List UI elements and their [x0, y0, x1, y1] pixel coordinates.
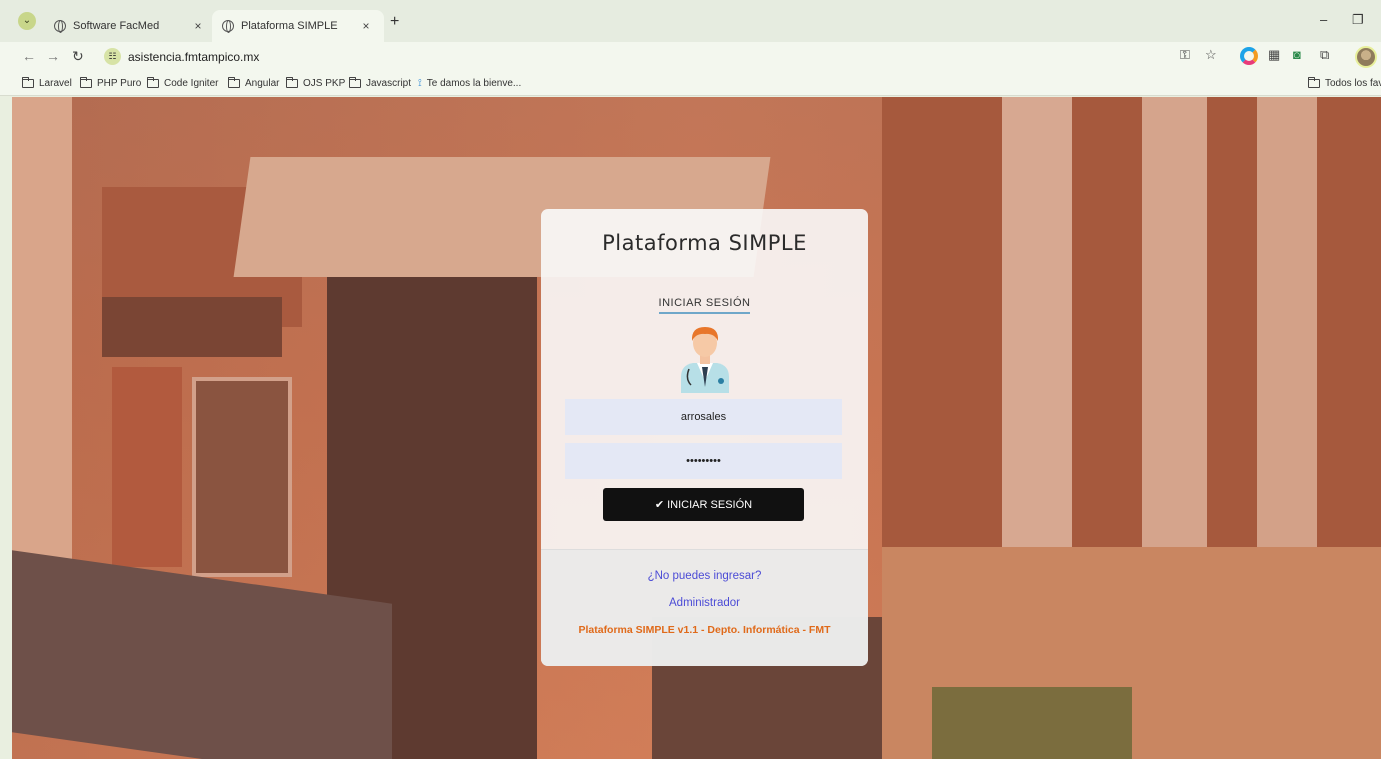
- close-tab-icon[interactable]: ×: [190, 19, 206, 33]
- folder-icon: [349, 77, 361, 88]
- address-bar[interactable]: asistencia.fmtampico.mx: [128, 50, 259, 64]
- tab-plataforma-simple[interactable]: Plataforma SIMPLE ×: [212, 10, 384, 42]
- photo-pillar: [12, 97, 72, 617]
- bookmark-angular[interactable]: Angular: [228, 77, 280, 89]
- folder-icon: [228, 77, 240, 88]
- new-tab-button[interactable]: +: [390, 13, 399, 31]
- bookmark-php-puro[interactable]: PHP Puro: [80, 77, 142, 89]
- folder-icon: [22, 77, 34, 88]
- extension-ring-icon[interactable]: [1240, 47, 1258, 65]
- tab-strip: ⌄ Software FacMed × Plataforma SIMPLE × …: [0, 0, 1381, 42]
- photo-column: [1142, 97, 1207, 567]
- bookmark-label: OJS PKP: [303, 78, 346, 89]
- tab-search-button[interactable]: ⌄: [18, 12, 36, 30]
- site-info-icon[interactable]: ☷: [104, 48, 121, 65]
- tab-title: Plataforma SIMPLE: [241, 20, 338, 32]
- address-toolbar: ← → ↻ ☷ asistencia.fmtampico.mx ⚿ ☆ ▦ ◙ …: [0, 42, 1381, 72]
- bookmark-javascript[interactable]: Javascript: [349, 77, 412, 89]
- extensions-puzzle-icon[interactable]: ⧉: [1320, 47, 1329, 63]
- doctor-avatar-icon: [681, 327, 729, 393]
- login-card: Plataforma SIMPLE INICIAR SESIÓN ✔ INICI…: [541, 209, 868, 666]
- password-field[interactable]: [565, 443, 842, 479]
- folder-icon: [1308, 77, 1320, 88]
- card-footer: ¿No puedes ingresar? Administrador Plata…: [541, 549, 868, 666]
- extension-green-icon[interactable]: ◙: [1293, 47, 1301, 62]
- bookmark-te-damos[interactable]: ⟟ Te damos la bienve...: [418, 78, 521, 89]
- photo-wall: [112, 367, 182, 567]
- extension-qr-icon[interactable]: ▦: [1268, 47, 1280, 63]
- back-icon[interactable]: ←: [22, 48, 36, 64]
- admin-link[interactable]: Administrador: [541, 597, 868, 609]
- username-field[interactable]: [565, 399, 842, 435]
- photo-window: [102, 297, 282, 357]
- password-key-icon[interactable]: ⚿: [1180, 47, 1190, 63]
- close-tab-icon[interactable]: ×: [358, 19, 374, 33]
- page-title: Plataforma SIMPLE: [602, 231, 807, 255]
- photo-column: [1002, 97, 1072, 567]
- globe-icon: [54, 20, 66, 33]
- checkmark-icon: ✔: [654, 499, 665, 511]
- bookmark-code-igniter[interactable]: Code Igniter: [147, 77, 219, 89]
- bookmark-star-icon[interactable]: ☆: [1205, 47, 1217, 63]
- cant-login-link[interactable]: ¿No puedes ingresar?: [541, 570, 868, 582]
- profile-avatar[interactable]: [1355, 46, 1377, 68]
- folder-icon: [147, 77, 159, 88]
- bookmark-label: Code Igniter: [164, 78, 219, 89]
- folder-icon: [286, 77, 298, 88]
- globe-icon: [222, 20, 234, 33]
- login-heading-text: INICIAR SESIÓN: [658, 297, 751, 314]
- login-button-label: INICIAR SESIÓN: [667, 498, 753, 511]
- forward-icon[interactable]: →: [46, 48, 60, 64]
- bookmark-label: Te damos la bienve...: [426, 78, 522, 89]
- bookmark-laravel[interactable]: Laravel: [22, 77, 72, 89]
- all-bookmarks[interactable]: Todos los favo: [1308, 77, 1381, 89]
- bookmark-label: PHP Puro: [97, 78, 142, 89]
- minimize-icon[interactable]: –: [1320, 12, 1327, 27]
- bookmark-label: Angular: [245, 78, 280, 89]
- tab-software-facmed[interactable]: Software FacMed ×: [44, 10, 216, 42]
- login-button[interactable]: ✔ INICIAR SESIÓN: [603, 488, 804, 521]
- photo-garden: [932, 687, 1132, 759]
- bookmark-label: Laravel: [39, 78, 72, 89]
- restore-icon[interactable]: ❐: [1352, 12, 1364, 28]
- credit-text: Plataforma SIMPLE v1.1 - Depto. Informát…: [578, 624, 831, 636]
- wifi-icon: ⟟: [418, 78, 422, 89]
- photo-column: [1257, 97, 1317, 557]
- bookmark-label: Javascript: [366, 78, 412, 89]
- bookmark-ojs-pkp[interactable]: OJS PKP: [286, 77, 346, 89]
- photo-door: [192, 377, 292, 577]
- reload-icon[interactable]: ↻: [72, 48, 84, 65]
- tab-title: Software FacMed: [73, 20, 160, 32]
- folder-icon: [80, 77, 92, 88]
- bookmark-label: Todos los favo: [1325, 78, 1381, 89]
- bookmarks-bar: Laravel PHP Puro Code Igniter Angular OJ…: [0, 72, 1381, 96]
- login-heading: INICIAR SESIÓN: [541, 297, 868, 314]
